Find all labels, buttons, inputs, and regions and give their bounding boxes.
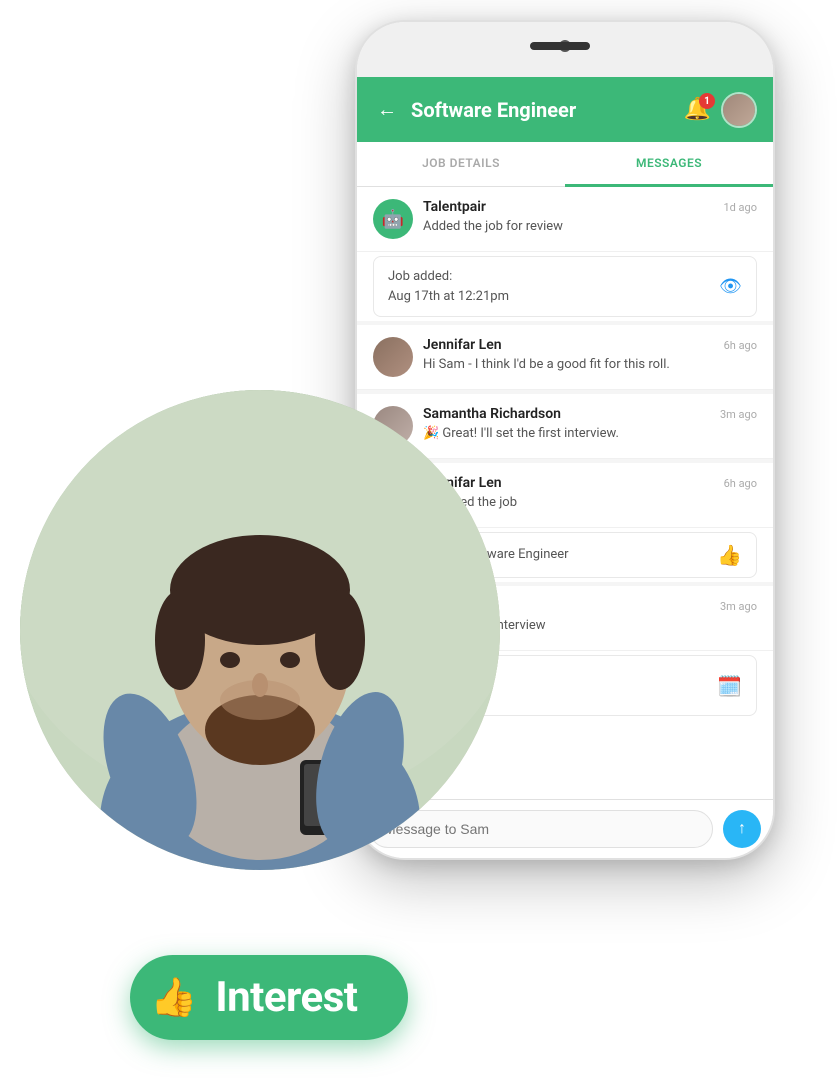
msg-text: Added the job for review [423,218,757,236]
person-photo [20,390,500,870]
msg-avatar-talentpair: 🤖 [373,199,413,239]
msg-time: 1d ago [723,201,757,214]
send-icon: ↑ [738,820,746,838]
page-title: Software Engineer [411,98,674,122]
interest-button[interactable]: 👍 Interest [130,955,408,1040]
back-button[interactable]: ← [373,93,401,126]
avatar[interactable] [721,92,757,128]
person-silhouette [20,390,500,870]
system-bubble: Job added: Aug 17th at 12:21pm 👁 [373,256,757,317]
tabs-bar: JOB DETAILS MESSAGES [357,142,773,187]
person-circle [20,390,500,870]
msg-sender: Talentpair [423,199,486,215]
list-item: 🤖 Talentpair 1d ago Added the job for re… [357,187,773,252]
notification-badge: 1 [699,93,715,109]
eye-icon: 👁 [719,276,742,297]
msg-sender: Jennifar Len [423,337,502,353]
msg-content: Talentpair 1d ago Added the job for revi… [423,199,757,236]
list-item: Jennifar Len 6h ago Hi Sam - I think I'd… [357,325,773,390]
msg-avatar-jennifer [373,337,413,377]
app-header: ← Software Engineer 🔔 1 [357,77,773,142]
calendar-icon: 🗓️ [717,674,742,698]
tab-messages[interactable]: MESSAGES [565,142,773,187]
msg-text: Hi Sam - I think I'd be a good fit for t… [423,356,757,374]
interest-thumb-icon: 👍 [150,976,197,1020]
send-button[interactable]: ↑ [723,810,761,848]
msg-content: Jennifar Len 6h ago Hi Sam - I think I'd… [423,337,757,374]
phone-top-bar [357,22,773,77]
notification-icon[interactable]: 🔔 1 [684,97,711,122]
avatar-image [723,94,755,126]
msg-time: 6h ago [724,339,757,352]
msg-time: 3m ago [720,600,757,613]
tab-job-details[interactable]: JOB DETAILS [357,142,565,186]
header-icons: 🔔 1 [684,92,757,128]
msg-time: 6h ago [724,477,757,490]
phone-speaker [530,42,590,50]
interest-label: Interest [215,973,357,1022]
thumbup-icon: 👍 [717,543,742,567]
msg-time: 3m ago [720,408,757,421]
system-bubble-text: Job added: Aug 17th at 12:21pm [388,267,509,306]
